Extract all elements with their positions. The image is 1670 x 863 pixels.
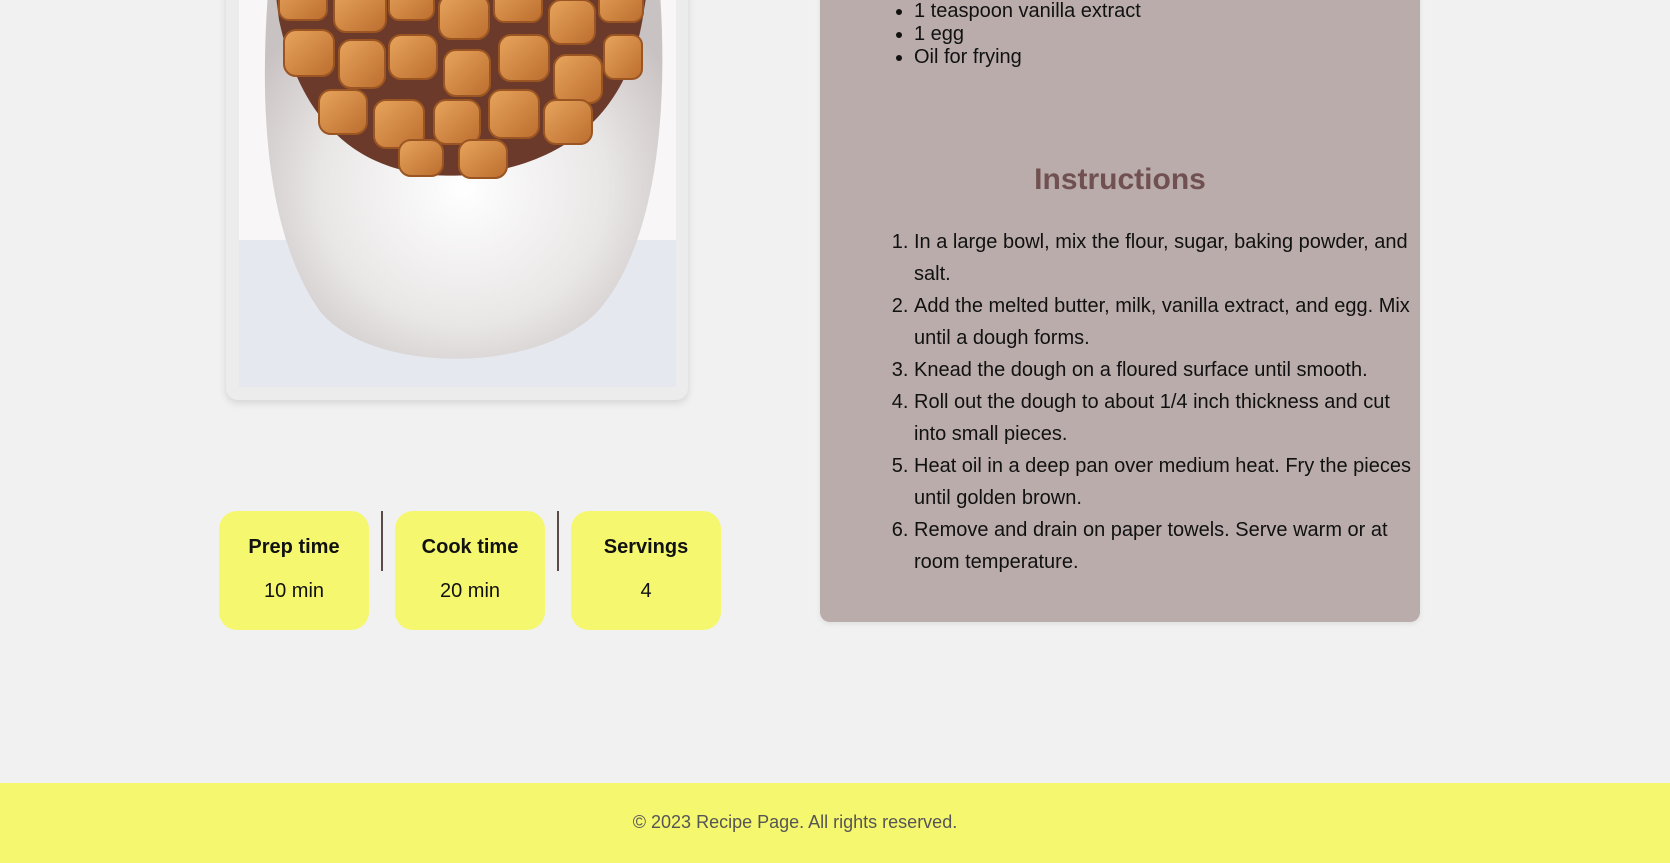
info-divider [557,511,559,571]
instruction-step: Remove and drain on paper towels. Serve … [914,514,1414,578]
instruction-step: Knead the dough on a floured surface unt… [914,354,1414,386]
recipe-details-panel: 1 teaspoon vanilla extract 1 egg Oil for… [820,0,1420,622]
instruction-step: In a large bowl, mix the flour, sugar, b… [914,226,1414,290]
cook-time-card: Cook time 20 min [395,511,545,630]
food-image-illustration [239,0,676,387]
cook-time-label: Cook time [421,536,519,558]
info-divider [381,511,383,571]
page-footer: © 2023 Recipe Page. All rights reserved. [0,783,1670,863]
ingredients-list: 1 teaspoon vanilla extract 1 egg Oil for… [894,0,1141,69]
prep-time-label: Prep time [248,536,340,558]
copyright-text: © 2023 Recipe Page. All rights reserved. [632,812,958,832]
ingredient-item: Oil for frying [914,46,1141,69]
ingredient-item: 1 egg [914,23,1141,46]
prep-time-value: 10 min [263,580,325,602]
recipe-image-card [226,0,688,400]
servings-card: Servings 4 [571,511,721,630]
recipe-image [239,0,676,387]
cook-time-value: 20 min [439,580,501,602]
servings-value: 4 [640,580,652,602]
instruction-step: Roll out the dough to about 1/4 inch thi… [914,386,1414,450]
instruction-step: Heat oil in a deep pan over medium heat.… [914,450,1414,514]
prep-time-card: Prep time 10 min [219,511,369,630]
ingredient-item: 1 teaspoon vanilla extract [914,0,1141,23]
servings-label: Servings [603,536,689,558]
instructions-list: In a large bowl, mix the flour, sugar, b… [894,226,1414,578]
instructions-heading: Instructions [1034,163,1206,196]
instruction-step: Add the melted butter, milk, vanilla ext… [914,290,1414,354]
